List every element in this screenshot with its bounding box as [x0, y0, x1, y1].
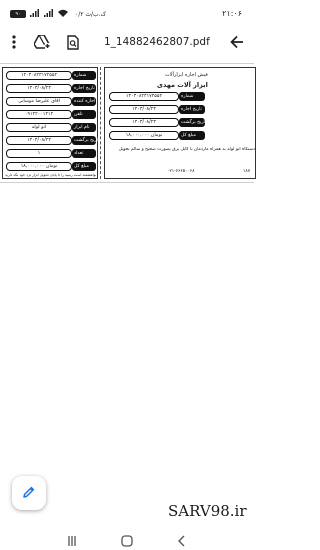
- viewer-toolbar: 1_14882462807.pdf: [0, 28, 254, 56]
- doc-search-icon[interactable]: [64, 33, 82, 51]
- row-renter: آقای علیرضا موسایی اجاره کننده: [6, 97, 96, 106]
- cut-line: [100, 67, 101, 179]
- file-name: 1_14882462807.pdf: [104, 36, 210, 48]
- network-speed: ۰/۲ ک.ب/ث: [75, 10, 106, 18]
- more-vert-icon[interactable]: [5, 33, 23, 51]
- row-phone: ۰۹۱۲۲۰۰۱۲۱۲ تلفن: [6, 110, 96, 119]
- row-number: ۱۴۰۳۰۸۲۳۱۷۲۵۵۲ شماره: [109, 92, 205, 101]
- status-bar: ۹۰ ۰/۲ ک.ب/ث ۲۱:۰۶: [0, 0, 254, 28]
- edit-pencil-icon: [22, 484, 36, 503]
- receipt-footer-note: توجه: مشتری گرامی خواهشمند است رسید را ت…: [5, 173, 96, 177]
- shop-name: ابزار آلات مهدی: [157, 81, 208, 89]
- delivery-note: دستگاه انو لوله به همراه ماردمان با کابل…: [118, 147, 255, 152]
- system-nav-bar: [0, 526, 254, 550]
- shop-receipt: فیش اجاره ابزارآلات ابزار آلات مهدی ۱۴۰۳…: [104, 67, 256, 179]
- recents-icon[interactable]: [66, 532, 78, 550]
- wifi-icon: [58, 9, 68, 19]
- status-left-group: ۹۰ ۰/۲ ک.ب/ث: [10, 9, 106, 19]
- customer-receipt: ۱۴۰۳۰۸۲۳۱۷۲۵۵۲ شماره ۱۴۰۳/۰۸/۲۳ تاریخ اج…: [2, 67, 99, 179]
- row-total: ۱۸,۰۰۰,۰۰۰ تومان مبلغ کل: [6, 162, 96, 171]
- clock: ۲۱:۰۶: [222, 9, 242, 18]
- row-number: ۱۴۰۳۰۸۲۳۱۷۲۵۵۲ شماره: [6, 71, 96, 80]
- edit-fab[interactable]: [12, 476, 46, 510]
- sim-signal-icon: [30, 9, 40, 19]
- row-total: ۱۸,۰۰۰,۰۰۰ تومان مبلغ کل: [109, 131, 205, 140]
- back-arrow-icon[interactable]: [228, 33, 246, 51]
- receipt-header: فیش اجاره ابزارآلات: [165, 72, 208, 78]
- row-rent-date: ۱۴۰۳/۰۸/۲۳ تاریخ اجاره: [6, 84, 96, 93]
- back-icon[interactable]: [176, 532, 188, 550]
- signal-icon: [44, 9, 54, 19]
- row-return-date: ۱۴۰۳/۰۸/۲۳ تاریخ برگشت: [6, 136, 99, 145]
- drive-add-icon[interactable]: [33, 33, 51, 51]
- home-icon[interactable]: [121, 532, 133, 550]
- watermark: SARV98.ir: [168, 502, 247, 520]
- row-return-date: ۱۴۰۳/۰۸/۲۳ تاریخ برگشت: [109, 118, 206, 127]
- pdf-page[interactable]: ۱۴۰۳۰۸۲۳۱۷۲۵۵۲ شماره ۱۴۰۳/۰۸/۲۳ تاریخ اج…: [0, 63, 256, 183]
- shop-phone-2: ۱۸۷: [243, 169, 251, 174]
- shop-phone: ۰۲۱-۶۶۶۵۰۰۶۸: [167, 169, 195, 174]
- battery-indicator: ۹۰: [10, 10, 26, 18]
- row-tool-name: انو لوله نام ابزار: [6, 123, 96, 132]
- row-quantity: ۱ تعداد: [6, 149, 96, 158]
- row-rent-date: ۱۴۰۳/۰۸/۲۳ تاریخ اجاره: [109, 105, 205, 114]
